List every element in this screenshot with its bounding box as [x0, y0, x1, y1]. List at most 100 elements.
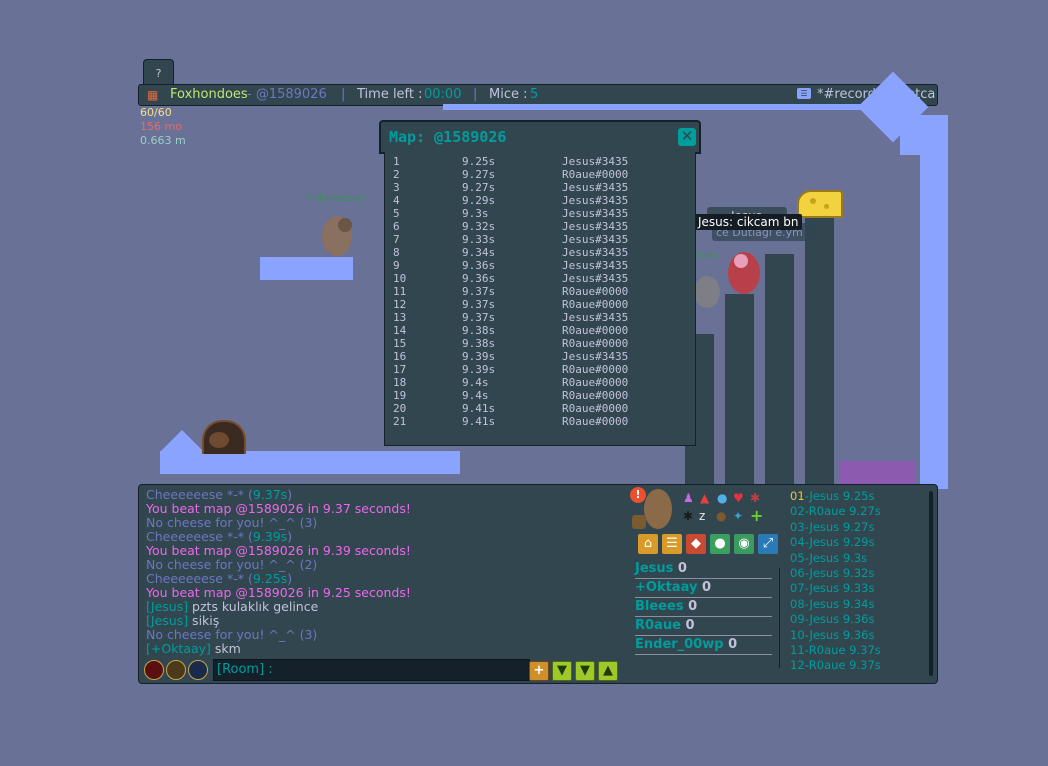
record-player[interactable]: Jesus#3435	[562, 311, 628, 324]
leaderboard-row[interactable]: 04-Jesus 9.29s	[790, 535, 874, 550]
player-avatar[interactable]	[644, 489, 672, 529]
record-player[interactable]: Jesus#3435	[562, 350, 628, 363]
record-player[interactable]: R0aue#0000	[562, 363, 628, 376]
leaderboard-row[interactable]: 06-Jesus 9.32s	[790, 566, 874, 581]
plus-icon[interactable]: +	[529, 661, 549, 681]
player-name: +Oktaay	[635, 580, 698, 595]
record-player[interactable]: Jesus#3435	[562, 207, 628, 220]
scrollbar[interactable]	[929, 491, 933, 676]
leaderboard-row[interactable]: 11-R0aue 9.37s	[790, 643, 881, 658]
chat-message: Cheeeeeese *-* (9.39s)	[146, 530, 292, 544]
chat-message: Cheeeeeese *-* (9.25s)	[146, 572, 292, 586]
water-icon[interactable]: ●	[717, 491, 727, 505]
leaderboard-row[interactable]: 07-Jesus 9.33s	[790, 581, 874, 596]
arrow-down-icon[interactable]: ▼	[552, 661, 572, 681]
home-icon[interactable]: ⌂	[638, 534, 658, 554]
player-entry[interactable]: Ender_00wp 0	[635, 637, 737, 652]
record-player[interactable]: R0aue#0000	[562, 415, 628, 428]
shield-icon[interactable]	[166, 660, 186, 680]
heart-icon[interactable]: ♥	[733, 491, 744, 505]
leaderboard-row[interactable]: 05-Jesus 9.3s	[790, 551, 867, 566]
chat-input[interactable]: [Room] :	[213, 659, 530, 681]
player-score: 0	[701, 580, 712, 595]
cheese-hole	[810, 198, 816, 204]
record-player[interactable]: Jesus#3435	[562, 220, 628, 233]
arrow-up-icon[interactable]: ▲	[598, 661, 618, 681]
chat-text: [Jesus]	[146, 613, 189, 628]
list-icon[interactable]: ☰	[662, 534, 682, 554]
rank-player: R0aue	[808, 504, 846, 519]
wood-icon[interactable]: ●	[716, 509, 726, 523]
header-separator: |	[341, 87, 346, 102]
leaderboard-row[interactable]: 12-R0aue 9.37s	[790, 658, 881, 673]
rank-time: 9.3s	[842, 550, 868, 565]
shop-icon[interactable]: ◆	[686, 534, 706, 554]
crown-icon[interactable]	[188, 660, 208, 680]
leaderboard-row[interactable]: 01-Jesus 9.25s	[790, 489, 874, 504]
leaderboard-row[interactable]: 09-Jesus 9.36s	[790, 612, 874, 627]
record-player[interactable]: Jesus#3435	[562, 246, 628, 259]
chat-text: pzts kulaklık gelince	[188, 599, 319, 614]
chat-text: No cheese for you! ^_^ (3)	[146, 515, 318, 530]
record-player[interactable]: R0aue#0000	[562, 285, 628, 298]
arrow-down-icon[interactable]: ▼	[575, 661, 595, 681]
leaderboard-row[interactable]: 08-Jesus 9.34s	[790, 597, 874, 612]
rank-number: 09	[790, 612, 805, 627]
record-player[interactable]: Jesus#3435	[562, 194, 628, 207]
bug-icon[interactable]: ✱	[750, 491, 760, 505]
dress-icon[interactable]: ♟	[683, 491, 694, 505]
rank-time: 9.37s	[849, 658, 881, 673]
leaderboard-row[interactable]: 02-R0aue 9.27s	[790, 504, 881, 519]
record-player[interactable]: R0aue#0000	[562, 402, 628, 415]
player-entry[interactable]: R0aue 0	[635, 618, 694, 633]
close-icon[interactable]: ✕	[678, 128, 696, 146]
record-player[interactable]: R0aue#0000	[562, 298, 628, 311]
hat-icon[interactable]: ▲	[700, 491, 709, 505]
chat-text: [+Oktaay]	[146, 641, 211, 656]
heart-icon[interactable]	[144, 660, 164, 680]
leaderboard-row[interactable]: 03-Jesus 9.27s	[790, 520, 874, 535]
top-ground-beam	[443, 104, 893, 110]
record-player[interactable]: Jesus#3435	[562, 181, 628, 194]
player-entry[interactable]: Bleees 0	[635, 599, 697, 614]
rank-time: 9.33s	[842, 581, 875, 596]
wand-icon[interactable]: ✦	[733, 509, 743, 523]
chat-input-prefix: [Room] :	[217, 662, 273, 677]
record-position: 1	[393, 155, 400, 168]
mouse-avatar[interactable]	[694, 276, 720, 308]
map-records-dialog: Map: @1589026 ✕	[379, 120, 701, 154]
sleep-icon[interactable]: z	[699, 509, 705, 523]
rank-player: R0aue	[808, 643, 846, 657]
record-player[interactable]: Jesus#3435	[562, 155, 628, 168]
record-player[interactable]: R0aue#0000	[562, 168, 628, 181]
record-time: 9.27s	[462, 181, 496, 194]
record-position: 8	[393, 246, 400, 259]
alert-icon[interactable]: !	[630, 487, 646, 503]
chat-message: No cheese for you! ^_^ (3)	[146, 516, 317, 530]
leaderboard-row[interactable]: 10-Jesus 9.36s	[790, 628, 874, 643]
record-player[interactable]: R0aue#0000	[562, 376, 628, 389]
record-player[interactable]: Jesus#3435	[562, 259, 628, 272]
player-entry[interactable]: Jesus 0	[635, 561, 687, 576]
help-tab[interactable]: ?	[143, 59, 174, 85]
header-player-name[interactable]: Foxhondoes	[170, 87, 248, 102]
record-player[interactable]: Jesus#3435	[562, 272, 628, 285]
record-player[interactable]: R0aue#0000	[562, 324, 628, 337]
record-player[interactable]: Jesus#3435	[562, 233, 628, 246]
discord-icon[interactable]: ◉	[734, 534, 754, 554]
player-entry[interactable]: +Oktaay 0	[635, 580, 711, 595]
record-player[interactable]: R0aue#0000	[562, 337, 628, 350]
rank-time: 9.36s	[842, 612, 875, 627]
bag-icon[interactable]	[632, 515, 646, 529]
record-row: 17 9.39s R0aue#0000	[385, 363, 685, 376]
chat-text: Cheeeeeese *-* (	[146, 529, 253, 544]
record-position: 18	[393, 376, 407, 389]
rank-time: 9.25s	[842, 489, 875, 503]
rank-time: 9.32s	[842, 566, 875, 580]
plus-icon[interactable]: +	[750, 506, 763, 525]
record-player[interactable]: R0aue#0000	[562, 389, 628, 402]
record-time: 9.3s	[462, 207, 489, 220]
fullscreen-icon[interactable]: ⤢	[758, 534, 778, 554]
spider-icon[interactable]: ✱	[683, 509, 693, 523]
chat-icon[interactable]: ●	[710, 534, 730, 554]
